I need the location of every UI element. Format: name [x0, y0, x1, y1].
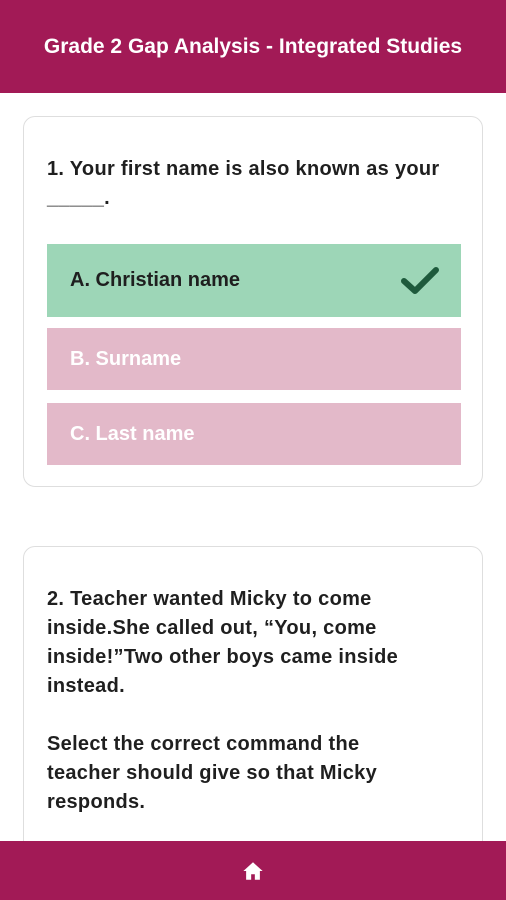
- question-line: inside!”Two other boys came inside: [47, 646, 399, 668]
- question-line: instead.: [47, 675, 125, 697]
- question-card: 1. Your first name is also known as your…: [23, 116, 483, 487]
- answer-option-label: A. Christian name: [70, 269, 241, 291]
- question-line: inside.She called out, “You, come: [47, 617, 377, 639]
- instruction-line: Select the correct command the: [47, 733, 360, 755]
- instruction-line: teacher should give so that Micky: [47, 762, 377, 784]
- question-line: 2. Teacher wanted Micky to come: [47, 588, 372, 610]
- answer-option-a[interactable]: A. Christian name: [47, 244, 461, 317]
- bottom-nav-bar: [0, 841, 506, 900]
- answer-option-label: B. Surname: [70, 347, 182, 370]
- checkmark-icon: [401, 266, 439, 294]
- answer-option-b[interactable]: B. Surname: [47, 328, 461, 390]
- app-header: Grade 2 Gap Analysis - Integrated Studie…: [0, 0, 506, 93]
- answer-option-label: C. Last name: [70, 422, 195, 445]
- home-button[interactable]: [233, 851, 273, 891]
- question-list[interactable]: 1. Your first name is also known as your…: [0, 93, 506, 841]
- page-title: Grade 2 Gap Analysis - Integrated Studie…: [43, 35, 463, 58]
- instruction-line: responds.: [47, 791, 146, 813]
- home-icon: [243, 861, 263, 880]
- question-card: 2. Teacher wanted Micky to come inside.S…: [23, 546, 483, 841]
- question-text: 2. Teacher wanted Micky to come inside.S…: [47, 585, 462, 817]
- answer-option-c[interactable]: C. Last name: [47, 403, 461, 465]
- app-screen: Grade 2 Gap Analysis - Integrated Studie…: [0, 0, 506, 900]
- question-text: 1. Your first name is also known as your…: [47, 158, 440, 209]
